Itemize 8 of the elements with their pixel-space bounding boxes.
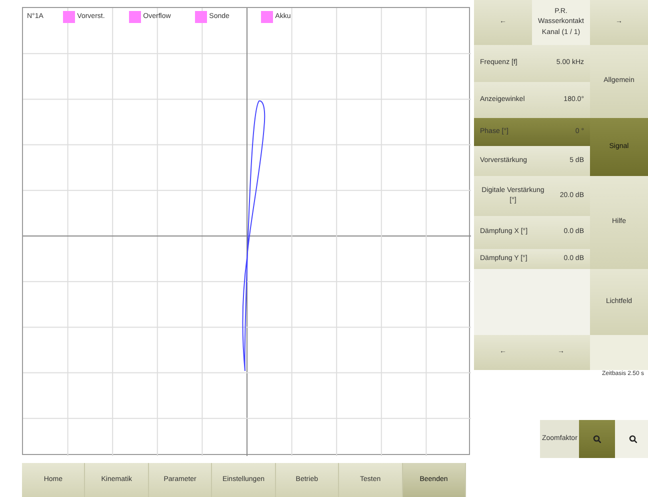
legend-swatch (129, 11, 142, 23)
zoom-out-button[interactable] (615, 420, 648, 458)
magnifier-icon (593, 435, 602, 443)
zoom-in-button[interactable] (579, 420, 616, 458)
legend-swatch (261, 11, 274, 23)
legend-swatch (63, 11, 76, 23)
magnifier-icon (629, 435, 638, 443)
legend-swatch (195, 11, 208, 23)
